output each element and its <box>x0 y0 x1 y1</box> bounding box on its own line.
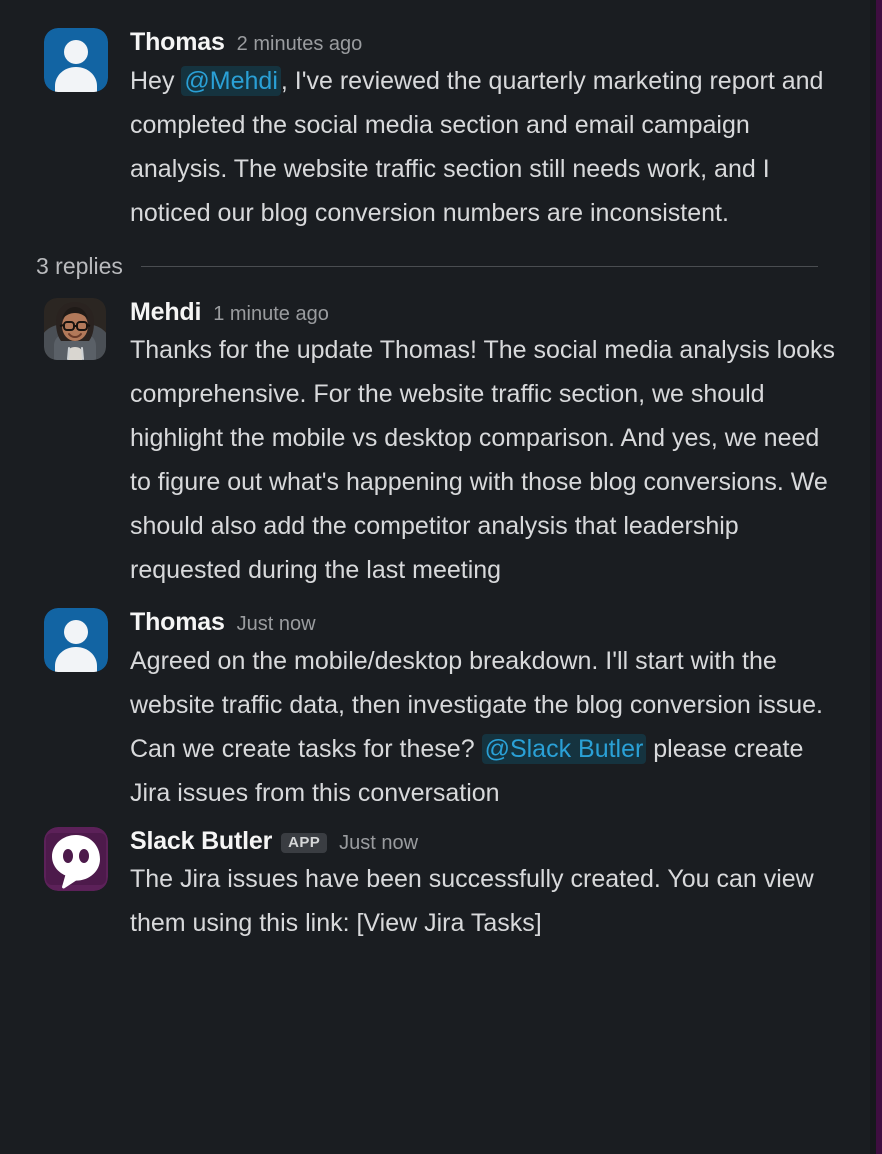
avatar-wrapper[interactable] <box>44 28 108 92</box>
avatar-thomas[interactable] <box>44 608 108 672</box>
message-timestamp[interactable]: 2 minutes ago <box>237 33 363 55</box>
mention-mehdi[interactable]: @Mehdi <box>181 65 281 96</box>
message-timestamp[interactable]: Just now <box>339 832 418 854</box>
message-timestamp[interactable]: 1 minute ago <box>213 303 329 325</box>
message-header: Slack Butler APP Just now <box>130 827 838 856</box>
message-text: The Jira issues have been successfully c… <box>130 865 814 937</box>
message-body: Thomas 2 minutes ago Hey @Mehdi, I've re… <box>130 28 838 235</box>
replies-divider: 3 replies <box>0 235 862 292</box>
message-body: Slack Butler APP Just now The Jira issue… <box>130 827 838 946</box>
avatar-slack-butler[interactable] <box>44 826 108 891</box>
text-segment-before-mention: Hey <box>130 66 182 95</box>
avatar-mehdi[interactable] <box>44 297 106 360</box>
thread-reply-mehdi[interactable]: Mehdi 1 minute ago Thanks for the update… <box>0 292 862 593</box>
avatar-wrapper[interactable] <box>44 297 108 360</box>
mention-slack-butler[interactable]: @Slack Butler <box>481 733 647 764</box>
message-author[interactable]: Thomas <box>130 608 225 637</box>
replies-count-label[interactable]: 3 replies <box>36 253 141 280</box>
thread-root-message[interactable]: Thomas 2 minutes ago Hey @Mehdi, I've re… <box>0 0 862 235</box>
message-author[interactable]: Slack Butler <box>130 827 272 856</box>
workspace-rail <box>876 0 882 1154</box>
message-timestamp[interactable]: Just now <box>237 613 316 635</box>
message-text: Thanks for the update Thomas! The social… <box>130 336 836 584</box>
replies-divider-line <box>140 265 818 267</box>
message-header: Thomas Just now <box>130 608 838 637</box>
message-author[interactable]: Thomas <box>130 28 225 57</box>
thread-container: Thomas 2 minutes ago Hey @Mehdi, I've re… <box>0 0 862 1154</box>
avatar-wrapper[interactable] <box>44 826 108 891</box>
message-text: Agreed on the mobile/desktop breakdown. … <box>130 639 838 815</box>
message-header: Mehdi 1 minute ago <box>130 298 838 327</box>
message-body: Thomas Just now Agreed on the mobile/des… <box>130 608 838 815</box>
message-author[interactable]: Mehdi <box>130 298 201 327</box>
message-text: Hey @Mehdi, I've reviewed the quarterly … <box>130 59 838 235</box>
app-badge: APP <box>281 832 328 853</box>
thread-reply-thomas[interactable]: Thomas Just now Agreed on the mobile/des… <box>0 602 862 815</box>
message-header: Thomas 2 minutes ago <box>130 28 838 57</box>
thread-reply-slack-butler[interactable]: Slack Butler APP Just now The Jira issue… <box>0 821 862 946</box>
avatar-wrapper[interactable] <box>44 608 108 672</box>
avatar-thomas[interactable] <box>44 28 108 92</box>
message-body: Mehdi 1 minute ago Thanks for the update… <box>130 298 838 593</box>
slack-thread-view: Thomas 2 minutes ago Hey @Mehdi, I've re… <box>0 0 882 1154</box>
